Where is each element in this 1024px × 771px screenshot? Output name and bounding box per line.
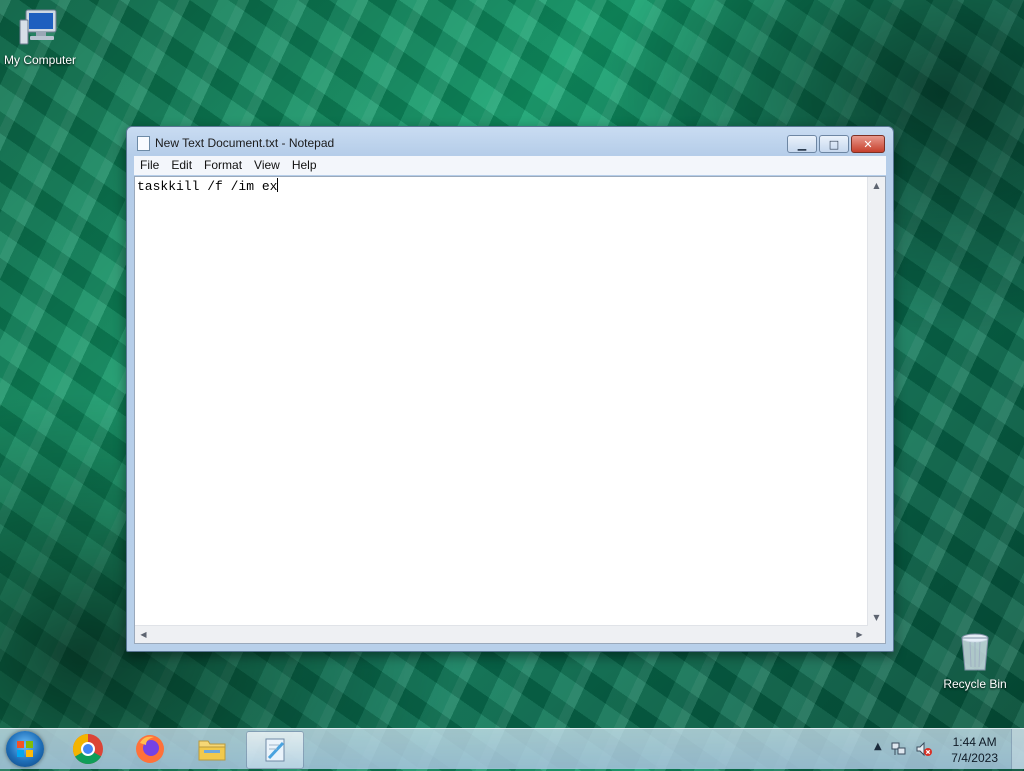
start-button[interactable] [6,731,44,767]
desktop-icon-recycle-bin[interactable]: Recycle Bin [935,630,1015,691]
show-hidden-icons-icon[interactable]: ▲ [874,741,882,752]
notepad-window: New Text Document.txt - Notepad ▁ □ ✕ Fi… [126,126,894,652]
scroll-up-icon[interactable]: ▲ [868,177,885,194]
editor-content: taskkill /f /im ex [137,179,278,194]
desktop-icon-label: Recycle Bin [943,677,1007,691]
scroll-right-icon[interactable]: ▶ [851,626,868,643]
chrome-icon [72,734,103,765]
menu-bar: File Edit Format View Help [134,156,886,175]
show-desktop-button[interactable] [1011,729,1024,769]
text-editor[interactable]: taskkill /f /im ex ▲ ▼ ◀ ▶ [134,176,886,644]
scroll-left-icon[interactable]: ◀ [135,626,152,643]
clock-date: 7/4/2023 [951,751,998,765]
text-caret [277,178,279,192]
window-title: New Text Document.txt - Notepad [155,136,335,150]
size-grip[interactable] [868,626,885,643]
taskbar-chrome[interactable] [60,731,116,767]
windows-logo-icon [17,741,33,757]
menu-format[interactable]: Format [198,156,248,175]
taskbar-file-explorer[interactable] [184,731,240,767]
clock-time: 1:44 AM [952,735,997,749]
taskbar: ▲ 1:44 AM 7/4/2023 [0,728,1024,769]
menu-file[interactable]: File [134,156,165,175]
maximize-icon: □ [828,137,840,151]
notepad-icon [137,136,150,151]
clock[interactable]: 1:44 AM 7/4/2023 [951,734,998,766]
vertical-scrollbar[interactable]: ▲ ▼ [867,177,885,626]
menu-edit[interactable]: Edit [165,156,198,175]
close-button[interactable]: ✕ [851,135,885,153]
desktop-icon-label: My Computer [3,53,77,67]
scroll-down-icon[interactable]: ▼ [868,609,885,626]
horizontal-scrollbar[interactable]: ◀ ▶ [135,625,868,643]
notepad-icon [265,738,285,762]
menu-help[interactable]: Help [286,156,323,175]
folder-icon [198,740,226,761]
close-icon: ✕ [863,137,873,151]
network-icon[interactable] [891,741,907,757]
computer-icon [18,6,62,50]
volume-muted-icon[interactable] [916,741,932,757]
title-bar[interactable]: New Text Document.txt - Notepad ▁ □ ✕ [127,127,893,157]
recycle-bin-icon [953,630,997,674]
firefox-icon [136,735,164,763]
desktop-icon-my-computer[interactable]: My Computer [0,6,80,67]
editor-text-area[interactable]: taskkill /f /im ex [137,178,867,625]
caption-buttons: ▁ □ ✕ [787,135,885,153]
minimize-icon: ▁ [797,137,807,151]
minimize-button[interactable]: ▁ [787,135,817,153]
taskbar-firefox[interactable] [122,731,178,767]
taskbar-notepad[interactable] [246,731,304,769]
maximize-button[interactable]: □ [819,135,849,153]
menu-view[interactable]: View [248,156,286,175]
